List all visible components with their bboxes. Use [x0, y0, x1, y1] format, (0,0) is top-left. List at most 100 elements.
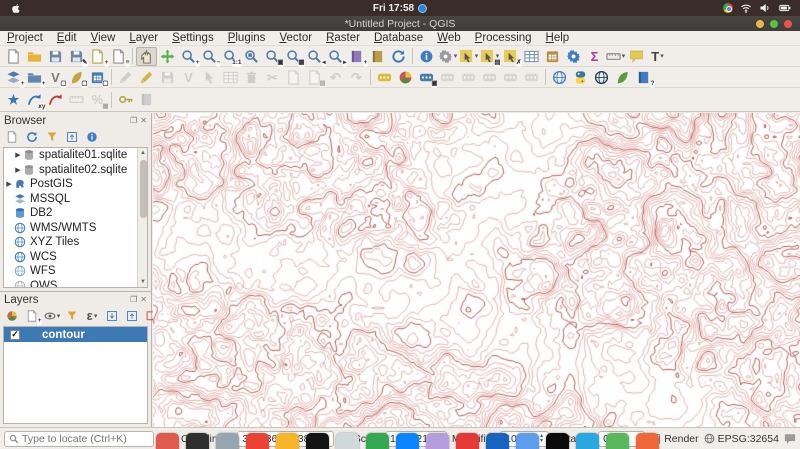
- add-group-button[interactable]: +: [23, 308, 42, 325]
- zoom-in-button[interactable]: +: [178, 47, 200, 67]
- save-project-button[interactable]: [45, 47, 66, 66]
- dock-app-icon[interactable]: [486, 433, 509, 449]
- add-selected-layers-button[interactable]: [3, 129, 21, 145]
- close-panel-icon[interactable]: ✕: [140, 295, 147, 304]
- zoom-to-selection-button[interactable]: ▣: [262, 47, 284, 67]
- refresh-map-button[interactable]: [388, 47, 409, 66]
- refresh-browser-button[interactable]: [23, 129, 41, 145]
- open-project-button[interactable]: [24, 47, 45, 66]
- dock-app-icon[interactable]: [246, 433, 269, 449]
- new-spatialite-layer-button[interactable]: ▢: [66, 68, 88, 88]
- menu-plugins[interactable]: Plugins: [221, 31, 273, 46]
- dock-app-icon[interactable]: [336, 433, 359, 449]
- scroll-up-icon[interactable]: ▲: [138, 148, 147, 158]
- python-console-button[interactable]: [570, 68, 591, 87]
- browser-item-postgis[interactable]: ▶ PostGIS: [4, 177, 147, 192]
- layer-visibility-checkbox[interactable]: ✓: [10, 329, 20, 340]
- dock-app-icon[interactable]: [216, 433, 239, 449]
- dock-app-icon[interactable]: [366, 433, 389, 449]
- browser-item-ows[interactable]: OWS: [4, 279, 147, 287]
- zoom-full-button[interactable]: [241, 47, 262, 66]
- pan-to-selection-button[interactable]: [157, 47, 178, 66]
- open-data-source-manager-button[interactable]: +: [3, 68, 25, 88]
- locator-input[interactable]: [22, 432, 142, 445]
- open-attribute-table-button[interactable]: [521, 47, 542, 66]
- properties-button[interactable]: [83, 129, 101, 145]
- expand-arrow-icon[interactable]: ▶: [13, 151, 23, 159]
- select-by-value-button[interactable]: ▤ ▾: [479, 47, 501, 67]
- minimize-button[interactable]: [756, 19, 764, 28]
- menu-web[interactable]: Web: [430, 31, 467, 46]
- menu-database[interactable]: Database: [367, 31, 430, 46]
- dock-app-icon[interactable]: [606, 433, 629, 449]
- browser-item-db2[interactable]: DB2: [4, 206, 147, 221]
- zoom-native-button[interactable]: 1:1: [220, 47, 242, 67]
- expand-arrow-icon[interactable]: ▶: [13, 166, 23, 174]
- chrome-icon[interactable]: [723, 3, 733, 13]
- layer-item-contour[interactable]: ✓ contour: [4, 327, 147, 342]
- qgis-globe-button[interactable]: [591, 68, 612, 87]
- new-print-layout-button[interactable]: +: [87, 47, 109, 67]
- move-feature-xy-button[interactable]: xy: [24, 90, 46, 110]
- new-virtual-layer-button[interactable]: ▢: [87, 68, 109, 88]
- apple-menu-icon[interactable]: [10, 3, 21, 14]
- new-bookmark-button[interactable]: +: [346, 47, 368, 67]
- close-panel-icon[interactable]: ✕: [140, 116, 147, 125]
- manage-map-themes-button[interactable]: ▾: [43, 308, 61, 324]
- maximize-button[interactable]: [770, 19, 778, 28]
- dock-app-icon[interactable]: [516, 433, 539, 449]
- save-project-as-button[interactable]: ✎: [66, 47, 88, 67]
- browser-item-wms-wmts[interactable]: WMS/WMTS: [4, 221, 147, 236]
- dock-app-icon[interactable]: [306, 433, 329, 449]
- expand-all-button[interactable]: [103, 308, 121, 324]
- browser-item-mssql[interactable]: MSSQL: [4, 192, 147, 207]
- menu-layer[interactable]: Layer: [122, 31, 165, 46]
- processing-toolbox-button[interactable]: [563, 47, 584, 66]
- messages-icon[interactable]: [784, 433, 796, 445]
- identify-features-button[interactable]: [416, 47, 437, 66]
- select-features-button[interactable]: ▾: [458, 47, 479, 66]
- dock-app-icon[interactable]: [396, 433, 419, 449]
- menu-view[interactable]: View: [84, 31, 123, 46]
- new-shapefile-layer-button[interactable]: V ▢: [45, 68, 67, 88]
- wifi-icon[interactable]: [740, 2, 752, 14]
- dock-app-icon[interactable]: [156, 433, 179, 449]
- new-project-button[interactable]: [3, 47, 24, 66]
- float-panel-icon[interactable]: ❐: [130, 116, 137, 125]
- menu-project[interactable]: Project: [0, 31, 50, 46]
- menu-help[interactable]: Help: [539, 31, 577, 46]
- float-panel-icon[interactable]: ❐: [130, 295, 137, 304]
- expand-arrow-icon[interactable]: ▶: [4, 180, 14, 188]
- crs-status-button[interactable]: EPSG:32654: [704, 433, 779, 445]
- metasearch-button[interactable]: [549, 68, 570, 87]
- battery-icon[interactable]: [778, 2, 792, 14]
- collapse-all-button[interactable]: [63, 129, 81, 145]
- scroll-down-icon[interactable]: ▼: [138, 277, 147, 287]
- zoom-last-button[interactable]: ◂: [304, 47, 326, 67]
- dock-app-icon[interactable]: [546, 433, 569, 449]
- dock-app-icon[interactable]: [186, 433, 209, 449]
- browser-item-spatialite01-sqlite[interactable]: ▶ spatialite01.sqlite: [4, 148, 147, 163]
- layout-manager-button[interactable]: ≡: [108, 47, 130, 67]
- help-button[interactable]: ?: [633, 68, 655, 88]
- labeling-options-button[interactable]: ▣: [416, 68, 438, 88]
- open-layer-styling-button[interactable]: [3, 308, 21, 324]
- measure-button[interactable]: ▾: [605, 47, 626, 66]
- filter-legend-button[interactable]: [63, 308, 81, 324]
- scroll-thumb[interactable]: [139, 160, 147, 218]
- filter-expression-button[interactable]: ε ▾: [83, 308, 101, 324]
- statistics-button[interactable]: Σ: [584, 47, 605, 66]
- run-feature-action-button[interactable]: ▾: [437, 47, 458, 66]
- menu-processing[interactable]: Processing: [468, 31, 539, 46]
- pan-map-button[interactable]: [136, 46, 157, 66]
- zoom-next-button[interactable]: ▸: [325, 47, 347, 67]
- zoom-out-button[interactable]: −: [199, 47, 221, 67]
- favorites-star-button[interactable]: ★: [3, 90, 24, 109]
- browser-scrollbar[interactable]: ▲ ▼: [137, 148, 147, 287]
- dock-app-icon[interactable]: [276, 433, 299, 449]
- close-button[interactable]: [784, 19, 792, 28]
- dock-app-icon[interactable]: [636, 433, 659, 449]
- map-tips-button[interactable]: [626, 47, 647, 66]
- grass-tools-button[interactable]: [612, 68, 633, 87]
- field-calculator-button[interactable]: [542, 47, 563, 66]
